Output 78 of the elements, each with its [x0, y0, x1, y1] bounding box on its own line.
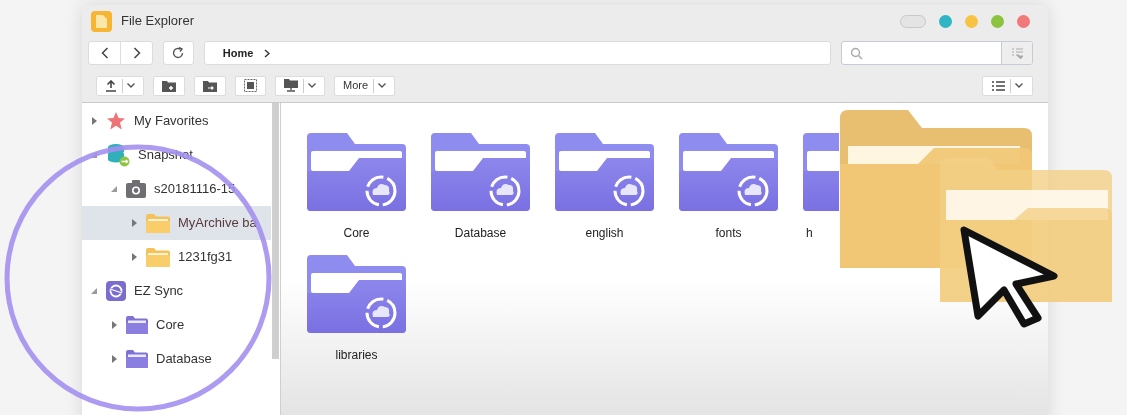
folder-item[interactable]: fonts [679, 133, 778, 242]
expanded-caret-icon[interactable] [111, 185, 118, 193]
sync-folder-icon [307, 255, 406, 333]
collapsed-caret-icon[interactable] [111, 355, 118, 363]
new-folder-button[interactable] [153, 75, 185, 96]
sync-folder-icon [555, 133, 654, 211]
toggle-switch[interactable] [900, 14, 926, 28]
dropdown-caret-icon [127, 83, 135, 88]
tree-item[interactable]: Database [82, 342, 271, 376]
tree-item-label: 1231fg31 [178, 248, 233, 267]
tree-item[interactable]: EZ Sync [82, 274, 271, 308]
folder-name: h [806, 225, 813, 242]
camera-icon [126, 180, 146, 198]
window-control[interactable] [1017, 14, 1030, 28]
forward-icon [132, 47, 141, 59]
list-view-icon [992, 80, 1005, 91]
folder-item[interactable]: english [555, 133, 654, 242]
select-all-icon [244, 79, 257, 92]
tree-item[interactable]: Snapshot [82, 138, 271, 172]
move-folder-button[interactable] [194, 75, 226, 96]
folder-item[interactable]: libraries [307, 255, 406, 364]
tree-item-label: Database [156, 350, 212, 369]
folder-icon [146, 213, 170, 233]
refresh-icon [172, 47, 185, 59]
collapsed-caret-icon[interactable] [131, 253, 138, 261]
cursor-icon [958, 224, 1060, 328]
folder-icon [126, 316, 148, 334]
dropdown-caret-icon [378, 83, 387, 88]
more-button[interactable]: More [334, 75, 396, 96]
expanded-caret-icon[interactable] [91, 287, 98, 295]
tree-item[interactable]: s20181116-15 [82, 172, 271, 206]
collapsed-caret-icon[interactable] [91, 117, 98, 125]
breadcrumb-item[interactable]: Home [222, 44, 254, 62]
folder-name: english [585, 225, 624, 242]
tree-item-label: Snapshot [138, 146, 193, 165]
tree-item[interactable]: MyArchive ba [82, 206, 271, 240]
refresh-button[interactable] [163, 41, 194, 65]
chevron-right-icon [264, 48, 271, 58]
tree-item[interactable]: My Favorites [82, 104, 271, 138]
select-all-button[interactable] [235, 75, 266, 96]
collapsed-caret-icon[interactable] [111, 321, 118, 329]
sync-folder-icon [679, 133, 778, 211]
folder-name: fonts [715, 225, 742, 242]
filter-icon [1011, 47, 1023, 59]
folder-arrow-icon [203, 79, 217, 92]
tree-item-label: EZ Sync [134, 282, 184, 301]
folder-item[interactable]: Core [307, 133, 406, 242]
window-title: File Explorer [121, 12, 194, 31]
tree-item-label: My Favorites [134, 112, 209, 131]
star-icon [106, 111, 126, 131]
collapsed-caret-icon[interactable] [131, 219, 138, 227]
monitor-button[interactable] [275, 75, 325, 96]
tree-item-label: Core [156, 316, 185, 335]
tree-item[interactable]: 1231fg31 [82, 240, 271, 274]
back-icon [100, 47, 109, 59]
search-icon [849, 46, 863, 60]
dropdown-caret-icon [308, 83, 316, 88]
folder-icon [146, 247, 170, 267]
folder-name: Core [343, 225, 370, 242]
database-icon [106, 143, 130, 167]
sync-folder-icon [431, 133, 530, 211]
dropdown-caret-icon [1015, 83, 1023, 88]
tree-item-label: MyArchive ba [178, 214, 257, 233]
upload-icon [105, 79, 117, 92]
view-mode-button[interactable] [982, 75, 1033, 96]
folder-item[interactable]: Database [431, 133, 530, 242]
sync-folder-icon [307, 133, 406, 211]
folder-icon [126, 350, 148, 368]
tree-item-label: s20181116-15 [154, 180, 236, 199]
tree-item[interactable]: Core [82, 308, 271, 342]
upload-button[interactable] [96, 75, 144, 96]
scrollbar[interactable] [272, 103, 279, 359]
sync-icon [106, 281, 126, 301]
monitor-icon [284, 79, 298, 92]
app-logo-icon [91, 10, 112, 32]
folder-name: Database [454, 225, 507, 242]
add-folder-icon [162, 79, 176, 92]
folder-name: libraries [335, 347, 378, 364]
